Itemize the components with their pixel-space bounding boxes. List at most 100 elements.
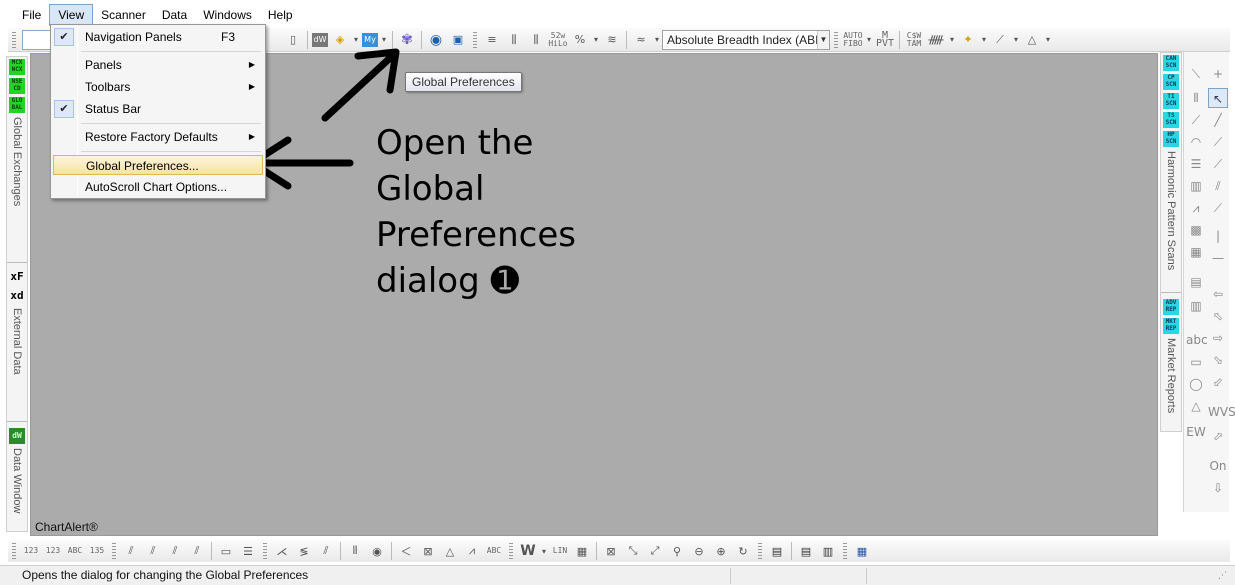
menu-item-navigation-panels[interactable]: ✔ Navigation Panels F3	[53, 27, 263, 47]
arrow-up-right-icon[interactable]: ⬀	[1208, 426, 1228, 446]
w-pattern-icon[interactable]: W	[518, 542, 538, 560]
grid-icon[interactable]: ▦	[1186, 242, 1206, 262]
resize-grip-icon[interactable]: ⋰	[1218, 570, 1227, 581]
fan-icon[interactable]: ⟋	[1186, 110, 1206, 130]
indicator-select[interactable]: Absolute Breadth Index (ABI ▼	[662, 29, 830, 50]
nse-cd-badge[interactable]: NSE CD	[9, 78, 25, 94]
menu-view[interactable]: View	[49, 4, 94, 26]
external-data-tab[interactable]: External Data	[11, 308, 23, 375]
arrow-left-icon[interactable]: ⇦	[1208, 284, 1228, 304]
arc-icon[interactable]: ◠	[1186, 132, 1206, 152]
tam-icon[interactable]: C$W TAM	[904, 31, 924, 49]
toolbar-grip[interactable]	[509, 543, 513, 559]
histogram-icon[interactable]: ⫼	[504, 31, 524, 49]
menu-help[interactable]: Help	[260, 4, 301, 26]
arrow-right-icon[interactable]: ⇨	[1208, 328, 1228, 348]
arrow-up-left-icon[interactable]: ⬁	[1208, 306, 1228, 326]
volume-icon[interactable]: ⫼	[526, 31, 546, 49]
parallel-lines-icon[interactable]: ⫽	[1208, 176, 1228, 196]
menu-windows[interactable]: Windows	[195, 4, 260, 26]
zoom-area-icon[interactable]: ⤢	[645, 542, 665, 560]
52w-hilo-icon[interactable]: 52w HiLo	[548, 31, 568, 49]
grid-pattern-icon[interactable]: ▩	[1186, 220, 1206, 240]
price-range-icon[interactable]: ⊠	[418, 542, 438, 560]
lin-scale-icon[interactable]: LIN	[550, 542, 570, 560]
pointer-icon[interactable]: ↖	[1208, 88, 1228, 108]
m-pvt-icon[interactable]: M PVT	[875, 30, 895, 49]
ew-swing-icon[interactable]: EW	[1186, 422, 1206, 442]
toolbar-grip[interactable]	[758, 543, 762, 559]
wave-abc-icon[interactable]: 123	[43, 542, 63, 560]
pitchfork-icon[interactable]: ⋌	[272, 542, 292, 560]
crosshair-icon[interactable]: +	[1208, 64, 1228, 84]
ellipse-icon[interactable]: ◯	[1186, 374, 1206, 394]
channel-icon[interactable]: ⟋	[1208, 198, 1228, 218]
menu-item-autoscroll-chart-options[interactable]: AutoScroll Chart Options...	[53, 177, 263, 197]
menu-file[interactable]: File	[14, 4, 49, 26]
arrow-down-left-icon[interactable]: ⬃	[1208, 372, 1228, 392]
abc-icon[interactable]: ABC	[484, 542, 504, 560]
harmonic-pattern-scans-tab[interactable]: Harmonic Pattern Scans	[1165, 151, 1177, 270]
wave-icon[interactable]: WVS	[1208, 402, 1235, 422]
gann-box-icon[interactable]: ▤	[1186, 272, 1206, 292]
hp-scn-badge[interactable]: HP SCN	[1163, 131, 1179, 147]
export-icon[interactable]: ▥	[818, 542, 838, 560]
retracement-icon[interactable]: ☰	[1186, 154, 1206, 174]
fibonacci-icon[interactable]: ⫽	[121, 542, 141, 560]
data-window-icon[interactable]: dW	[9, 427, 25, 444]
toolbar-grip[interactable]	[834, 31, 838, 48]
triangle-pattern-icon[interactable]: △	[1022, 31, 1042, 49]
toolbar-grip[interactable]	[473, 31, 477, 48]
dropdown-arrow-icon[interactable]: ▾	[540, 542, 548, 560]
cycle-icon[interactable]: ▥	[1186, 296, 1206, 316]
bars-icon[interactable]: ≡	[482, 31, 502, 49]
abc-pattern-icon[interactable]: ⩘	[462, 542, 482, 560]
speed-lines-icon[interactable]: ≶	[294, 542, 314, 560]
horizontal-lines-icon[interactable]: ☰	[238, 542, 258, 560]
dropdown-arrow-icon[interactable]: ▾	[1012, 31, 1020, 49]
dropdown-arrow-icon[interactable]: ▾	[653, 31, 661, 49]
trendline-icon[interactable]: ╱	[1208, 110, 1228, 130]
notes-icon[interactable]: ▤	[767, 542, 787, 560]
mkt-rep-badge[interactable]: MKT REP	[1163, 318, 1179, 335]
triangle-icon[interactable]: △	[1186, 396, 1206, 416]
text-tool-icon[interactable]: abc	[1186, 330, 1208, 350]
trendline-sl-icon[interactable]: ⟋	[1208, 132, 1228, 152]
dropdown-arrow-icon[interactable]: ▾	[948, 31, 956, 49]
ruler-icon[interactable]: ⟍	[1186, 64, 1206, 84]
fibonacci-time-icon[interactable]: ⫽	[187, 542, 207, 560]
dropdown-arrow-icon[interactable]: ▾	[865, 31, 873, 49]
moving-average-icon[interactable]: ≋	[602, 31, 622, 49]
star-icon[interactable]: ✦	[958, 31, 978, 49]
global-exchanges-tab[interactable]: Global Exchanges	[11, 117, 23, 206]
can-scn-badge[interactable]: CAN SCN	[1163, 55, 1179, 71]
vertical-line-icon[interactable]: |	[1208, 226, 1228, 246]
fx-icon[interactable]: xF	[9, 269, 25, 285]
fibonacci-arc-icon[interactable]: ⫽	[165, 542, 185, 560]
toolbar-grip[interactable]	[263, 543, 267, 559]
pattern-icon[interactable]: ⟋	[990, 31, 1010, 49]
menu-item-toolbars[interactable]: Toolbars ▶	[53, 77, 263, 97]
vertical-lines-icon[interactable]: ⦀	[1186, 88, 1206, 108]
wave-123-icon[interactable]: 123	[21, 542, 41, 560]
trendline-sl2-icon[interactable]: ⟋	[1208, 154, 1228, 174]
ts-scn-badge[interactable]: TS SCN	[1163, 112, 1179, 128]
cp-scn-badge[interactable]: CP SCN	[1163, 74, 1179, 90]
breadth-chart-icon[interactable]: ≈	[631, 31, 651, 49]
data-window-tab[interactable]: Data Window	[11, 448, 23, 513]
dropdown-arrow-icon[interactable]: ▾	[1044, 31, 1052, 49]
global-badge[interactable]: GLO BAL	[9, 97, 25, 113]
wave-135-icon[interactable]: 135	[87, 542, 107, 560]
percent-icon[interactable]: %	[570, 31, 590, 49]
angle-icon[interactable]: ＜	[396, 542, 416, 560]
menu-item-global-preferences[interactable]: Global Preferences...	[53, 155, 263, 175]
toolbar-grip[interactable]	[12, 543, 16, 559]
adv-rep-badge[interactable]: ADV REP	[1163, 299, 1179, 316]
toolbar-grip[interactable]	[843, 543, 847, 559]
zoom-in-icon[interactable]: ⊕	[711, 542, 731, 560]
gann-fan-icon[interactable]: ⩘	[1186, 198, 1206, 218]
zoom-out-icon[interactable]: ⊖	[689, 542, 709, 560]
refresh-icon[interactable]: ↻	[733, 542, 753, 560]
report-icon[interactable]: ▦	[852, 542, 872, 560]
menu-scanner[interactable]: Scanner	[93, 4, 154, 26]
